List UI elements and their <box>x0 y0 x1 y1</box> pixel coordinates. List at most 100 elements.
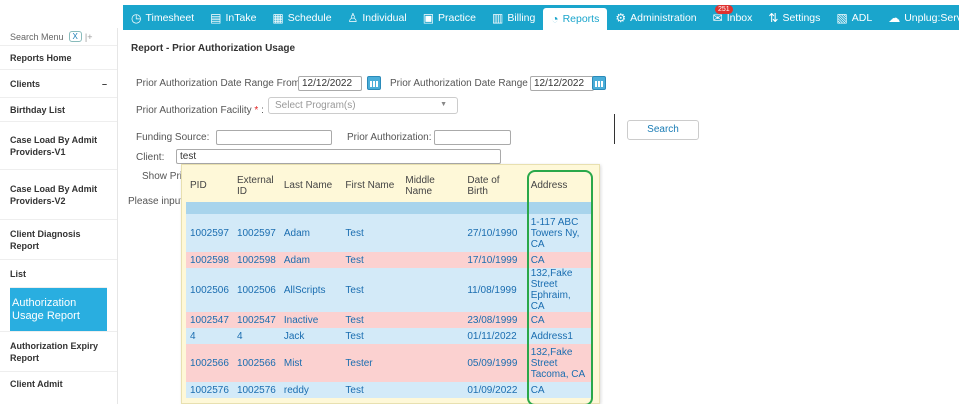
nav-schedule[interactable]: ▦ Schedule <box>264 5 339 30</box>
calendar-icon: ▦ <box>272 10 284 25</box>
column-header[interactable]: PID <box>186 169 233 202</box>
sidebar-item-label: Clients <box>10 78 41 89</box>
column-header[interactable]: Last Name <box>279 169 342 202</box>
table-row[interactable]: 1002547 1002547 Inactive Test 23/08/1999 CA <box>186 312 591 328</box>
calendar-icon[interactable] <box>367 76 381 90</box>
pin-menu-button[interactable]: |+ <box>85 32 93 42</box>
adl-icon: ▧ <box>836 10 848 25</box>
table-cell: Test <box>341 214 402 252</box>
address-cell: CA <box>526 382 591 398</box>
sidebar-item-label: Reports Home <box>10 52 72 63</box>
date-to-input[interactable]: 12/12/2022 <box>530 76 594 91</box>
table-cell: Test <box>341 328 402 344</box>
nav-inbox[interactable]: ✉ 251 Inbox <box>705 5 761 30</box>
sidebar-item-authorization-expiry-report[interactable]: Authorization Expiry Report <box>0 331 117 371</box>
nav-reports[interactable]: ◔ Reports <box>543 8 608 30</box>
date-from-label: Prior Authorization Date Range From: <box>136 78 303 89</box>
collapse-icon[interactable]: – <box>102 78 107 90</box>
funding-source-label: Funding Source: <box>136 132 210 143</box>
table-row[interactable]: 1002597 1002597 Adam Test 27/10/1990 1-117 AB… <box>186 214 591 252</box>
sidebar-item-label: Authorization Expiry Report <box>10 340 99 363</box>
sidebar-item-clients[interactable]: Clients – <box>0 69 117 97</box>
spacer-cell <box>186 202 233 214</box>
table-row[interactable]: 1002506 1002506 AllScripts Test 11/08/1999 13… <box>186 268 591 312</box>
table-cell <box>401 268 464 312</box>
nav-billing[interactable]: ▥ Billing <box>484 5 543 30</box>
column-header[interactable]: Address <box>526 169 591 202</box>
table-row[interactable]: 4 4 Jack Test 01/11/2022 Address1 <box>186 328 591 344</box>
table-cell: 1002576 <box>186 382 233 398</box>
search-menu[interactable]: Search Menu X |+ <box>0 28 117 45</box>
sidebar-item-authorization-usage-report[interactable]: Authorization Usage Report <box>10 287 107 331</box>
sidebar-item-label: Case Load By Admit Providers-V2 <box>10 183 98 206</box>
sidebar-item-reports-home[interactable]: Reports Home <box>0 45 117 69</box>
sidebar-item-client-diagnosis-report[interactable]: Client Diagnosis Report <box>0 219 117 259</box>
table-row[interactable]: 1002576 1002576 reddy Test 01/09/2022 CA <box>186 382 591 398</box>
nav-adl[interactable]: ▧ ADL <box>828 5 880 30</box>
nav-label: Administration <box>630 11 697 24</box>
table-cell: 01/11/2022 <box>463 328 527 344</box>
gear-icon: ⚙ <box>615 10 627 25</box>
column-header[interactable]: Middle Name <box>401 169 464 202</box>
sidebar-item-label: List <box>10 268 27 279</box>
table-cell: Inactive <box>279 312 342 328</box>
column-header[interactable]: First Name <box>341 169 402 202</box>
prior-authorization-label: Prior Authorization: <box>347 132 432 143</box>
table-cell: Test <box>341 252 402 268</box>
sidebar-item-birthday-list[interactable]: Birthday List <box>0 97 117 121</box>
column-header[interactable]: Date of Birth <box>463 169 527 202</box>
table-cell: 1002598 <box>232 252 280 268</box>
nav-individual[interactable]: ♙ Individual <box>340 5 415 30</box>
table-cell: 01/09/2022 <box>463 382 527 398</box>
sidebar-item-client-admit[interactable]: Client Admit <box>0 371 117 395</box>
table-row[interactable]: 1002566 1002566 Mist Tester 05/09/1999 132,Fa… <box>186 344 591 382</box>
table-cell <box>401 328 464 344</box>
address-cell: CA <box>526 312 591 328</box>
table-body: 1002597 1002597 Adam Test 27/10/1990 1-117 AB… <box>186 202 591 398</box>
sidebar-item-case-load-by-admit-providers-v2[interactable]: Case Load By Admit Providers-V2 <box>0 169 117 219</box>
spacer-cell <box>232 202 280 214</box>
nav-administration[interactable]: ⚙ Administration <box>607 5 704 30</box>
nav-unplug-serve[interactable]: ☁Unplug:Serve <box>880 5 959 30</box>
table-cell: Mist <box>279 344 342 382</box>
sidebar-item-case-load-by-admit-providers-v1[interactable]: Case Load By Admit Providers-V1 <box>0 121 117 169</box>
nav-timesheet[interactable]: ◷ Timesheet <box>123 5 202 30</box>
calendar-icon[interactable] <box>592 76 606 90</box>
date-from-input[interactable]: 12/12/2022 <box>298 76 362 91</box>
table-cell <box>401 312 464 328</box>
settings-icon: ⇅ <box>768 10 779 25</box>
facility-select[interactable]: Select Program(s) ▼ <box>268 97 458 114</box>
nav-label: InTake <box>225 11 257 24</box>
client-input[interactable]: test <box>176 149 501 164</box>
nav-intake[interactable]: ▤ InTake <box>202 5 264 30</box>
table-row[interactable]: 1002598 1002598 Adam Test 17/10/1999 CA <box>186 252 591 268</box>
nav-label: Individual <box>362 11 407 24</box>
funding-source-input[interactable] <box>216 130 332 145</box>
nav-label: ADL <box>851 11 873 24</box>
column-header[interactable]: External ID <box>232 169 280 202</box>
sidebar-item-list[interactable]: List <box>0 259 117 287</box>
top-nav-bar: ◷ Timesheet ▤ InTake ▦ Schedule ♙ Individual ▣ Pr… <box>123 5 959 30</box>
nav-practice[interactable]: ▣ Practice <box>415 5 484 30</box>
search-menu-label[interactable]: Search Menu <box>10 32 64 42</box>
address-cell: 1-117 ABC Towers Ny, CA <box>526 214 591 252</box>
table-cell: 1002566 <box>232 344 280 382</box>
table-header-row: PID External ID Last Name First Name Middle … <box>186 169 591 202</box>
table-cell: 23/08/1999 <box>463 312 527 328</box>
search-button[interactable]: Search <box>627 120 699 140</box>
sidebar-list: Reports Home Clients – Birthday List Case Lo… <box>0 45 117 395</box>
page-title: Report - Prior Authorization Usage <box>131 43 296 54</box>
intake-icon: ▤ <box>210 10 222 25</box>
table-cell: Jack <box>279 328 342 344</box>
sidebar: Search Menu X |+ Reports Home Clients – Bir… <box>0 28 118 404</box>
table-cell: 1002547 <box>186 312 233 328</box>
clear-search-button[interactable]: X <box>68 31 82 42</box>
table-cell: Test <box>341 268 402 312</box>
prior-authorization-input[interactable] <box>434 130 511 145</box>
inbox-count-badge: 251 <box>715 5 733 14</box>
nav-settings[interactable]: ⇅ Settings <box>760 5 828 30</box>
please-input-label: Please input <box>128 196 184 207</box>
table-cell: 05/09/1999 <box>463 344 527 382</box>
table-cell <box>401 344 464 382</box>
table-cell: AllScripts <box>279 268 342 312</box>
